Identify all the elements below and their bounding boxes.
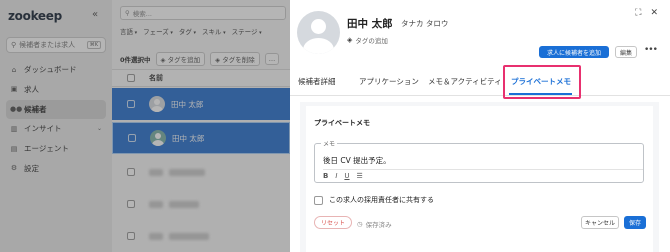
- tab-applications[interactable]: アプリケーション: [359, 76, 419, 87]
- candidate-detail-panel: 田中 太郎 タナカ タロウ ◈ タグの追加 ⛶ ✕ 求人に候補者を追加 編集 •…: [290, 0, 670, 252]
- edit-button[interactable]: 編集: [615, 46, 637, 58]
- add-tag-link[interactable]: ◈ タグの追加: [347, 35, 388, 45]
- annotation-highlight-box: [503, 65, 581, 99]
- share-checkbox[interactable]: [314, 195, 323, 205]
- memo-text[interactable]: 後日 CV 提出予定。: [323, 155, 391, 166]
- candidate-name-heading: 田中 太郎: [347, 18, 393, 30]
- more-options-icon[interactable]: •••: [644, 45, 658, 55]
- add-tag-link-label: タグの追加: [355, 37, 388, 45]
- cancel-button[interactable]: キャンセル: [581, 216, 619, 229]
- bold-button[interactable]: B: [323, 172, 328, 180]
- tab-content: プライベートメモ メモ 後日 CV 提出予定。 B I U ☰ この求人の採用責…: [300, 102, 659, 252]
- clock-icon: ◷: [357, 220, 363, 228]
- share-option[interactable]: この求人の採用責任者に共有する: [314, 195, 434, 205]
- share-label: この求人の採用責任者に共有する: [329, 196, 434, 204]
- tab-notes-activity[interactable]: メモ＆アクティビティ: [428, 76, 502, 87]
- panel-window-controls: ⛶ ✕: [635, 8, 658, 18]
- private-memo-card: プライベートメモ メモ 後日 CV 提出予定。 B I U ☰ この求人の採用責…: [306, 106, 653, 252]
- save-status-label: 保存済み: [365, 221, 392, 229]
- tag-icon: ◈: [347, 36, 353, 44]
- tab-candidate-details[interactable]: 候補者詳細: [298, 76, 336, 87]
- list-icon[interactable]: ☰: [357, 172, 363, 180]
- underline-button[interactable]: U: [344, 172, 349, 180]
- candidate-kana: タナカ タロウ: [401, 19, 449, 28]
- modal-backdrop[interactable]: [0, 0, 290, 252]
- memo-section-title: プライベートメモ: [314, 119, 370, 127]
- memo-field-label: メモ: [321, 139, 338, 148]
- candidate-avatar: [297, 11, 340, 54]
- close-icon[interactable]: ✕: [650, 8, 658, 18]
- add-to-job-button[interactable]: 求人に候補者を追加: [539, 46, 609, 58]
- expand-icon[interactable]: ⛶: [635, 8, 641, 18]
- reset-button[interactable]: リセット: [314, 216, 352, 229]
- italic-button[interactable]: I: [335, 172, 337, 180]
- detail-tabs: 候補者詳細 アプリケーション メモ＆アクティビティ プライベートメモ: [290, 66, 670, 96]
- save-status: ◷ 保存済み: [357, 219, 392, 229]
- save-button[interactable]: 保存: [624, 216, 646, 229]
- memo-editor[interactable]: メモ 後日 CV 提出予定。 B I U ☰: [314, 139, 644, 183]
- format-toolbar: B I U ☰: [323, 172, 363, 180]
- editor-divider: [323, 169, 643, 170]
